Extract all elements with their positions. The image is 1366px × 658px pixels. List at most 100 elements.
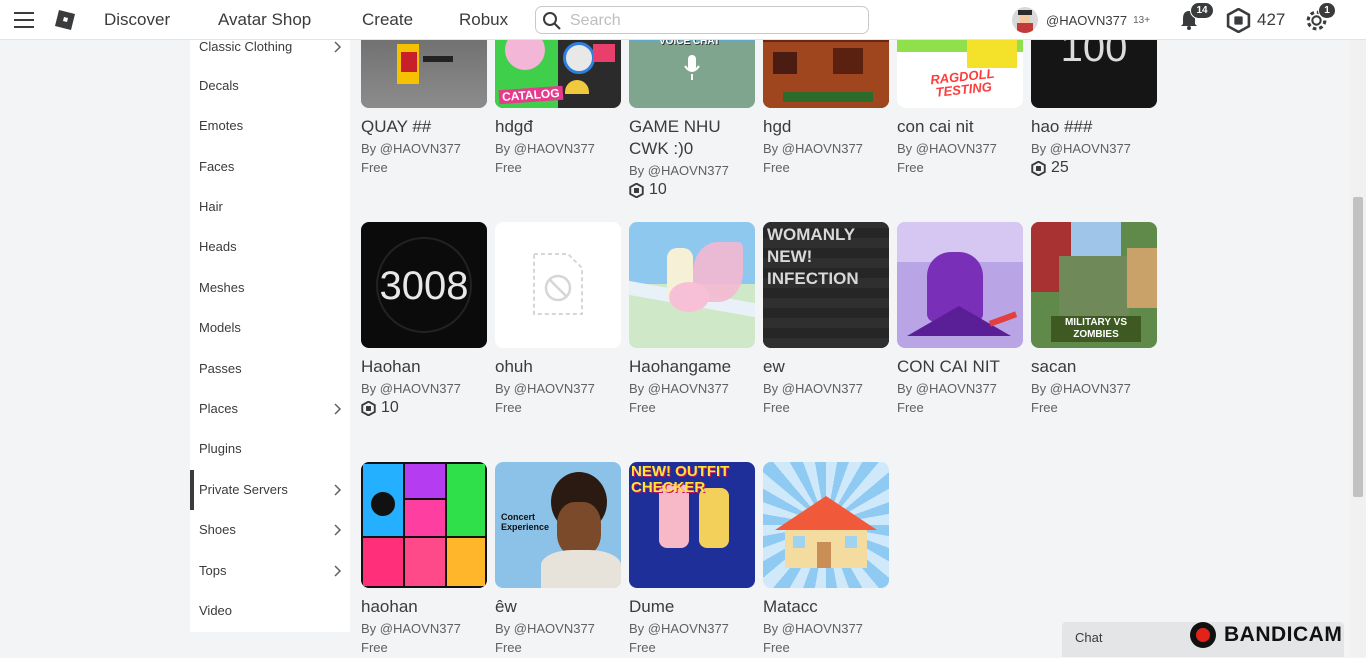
sidebar-item-label: Plugins <box>199 441 242 456</box>
item-thumbnail[interactable]: NEW! OUTFIT CHECKER <box>629 462 755 588</box>
item-creator[interactable]: By @HAOVN377 <box>629 162 755 180</box>
item-price: 10 <box>361 398 487 418</box>
item-thumbnail[interactable] <box>763 462 889 588</box>
nav-robux[interactable]: Robux <box>459 0 508 40</box>
item-thumbnail[interactable] <box>897 222 1023 348</box>
sidebar-item-meshes[interactable]: Meshes <box>190 268 350 308</box>
sidebar-item-video[interactable]: Video <box>190 591 350 631</box>
item-thumbnail[interactable]: 3008 <box>361 222 487 348</box>
nav-discover[interactable]: Discover <box>104 0 170 40</box>
item-thumbnail[interactable] <box>361 462 487 588</box>
roblox-logo-icon[interactable] <box>55 10 75 30</box>
item-thumbnail[interactable] <box>495 222 621 348</box>
item-name[interactable]: hao ### <box>1031 116 1157 138</box>
item-name[interactable]: Matacc <box>763 596 889 618</box>
item-card[interactable]: CON CAI NIT By @HAOVN377 Free <box>897 222 1023 418</box>
sidebar-item-label: Meshes <box>199 280 245 295</box>
item-price: Free <box>897 400 924 415</box>
hamburger-menu-icon[interactable] <box>14 12 34 28</box>
watermark-text: BANDICAM <box>1224 623 1343 646</box>
sidebar-item-private-servers[interactable]: Private Servers <box>190 470 350 510</box>
thumbnail-caption: MILITARY VS ZOMBIES <box>1051 316 1141 342</box>
item-name[interactable]: haohan <box>361 596 487 618</box>
robux-icon <box>361 400 376 416</box>
sidebar-item-passes[interactable]: Passes <box>190 349 350 389</box>
item-name[interactable]: QUAY ## <box>361 116 487 138</box>
item-thumbnail[interactable]: Concert Experience <box>495 462 621 588</box>
item-name[interactable]: hgd <box>763 116 889 138</box>
sidebar-item-label: Passes <box>199 361 242 376</box>
thumbnail-caption: 3008 <box>379 264 469 308</box>
item-name[interactable]: con cai nit <box>897 116 1023 138</box>
item-creator[interactable]: By @HAOVN377 <box>897 380 1023 398</box>
sidebar-item-plugins[interactable]: Plugins <box>190 429 350 469</box>
item-creator[interactable]: By @HAOVN377 <box>495 380 621 398</box>
robux-icon <box>629 182 644 198</box>
item-card[interactable]: Matacc By @HAOVN377 Free <box>763 462 889 658</box>
sidebar-item-models[interactable]: Models <box>190 308 350 348</box>
item-price: Free <box>495 400 522 415</box>
item-creator[interactable]: By @HAOVN377 <box>495 140 621 158</box>
item-price: Free <box>495 640 522 655</box>
item-name[interactable]: Dume <box>629 596 755 618</box>
item-creator[interactable]: By @HAOVN377 <box>629 620 755 638</box>
nav-avatar-shop[interactable]: Avatar Shop <box>218 0 311 40</box>
thumbnail-caption: NEW! OUTFIT CHECKER <box>631 463 730 496</box>
item-creator[interactable]: By @HAOVN377 <box>763 380 889 398</box>
robux-icon[interactable] <box>1226 8 1251 33</box>
item-price-value: 10 <box>381 399 399 416</box>
item-card[interactable]: MILITARY VS ZOMBIES sacan By @HAOVN377 F… <box>1031 222 1157 418</box>
top-navigation-bar: Discover Avatar Shop Create Robux @HAOVN… <box>0 0 1366 40</box>
thumbnail-caption: Concert Experience <box>501 512 550 532</box>
search-box[interactable] <box>535 6 869 34</box>
page-scrollbar[interactable] <box>1350 40 1366 657</box>
item-name[interactable]: ew <box>763 356 889 378</box>
sidebar-item-hair[interactable]: Hair <box>190 187 350 227</box>
item-creator[interactable]: By @HAOVN377 <box>763 140 889 158</box>
item-name[interactable]: êw <box>495 596 621 618</box>
sidebar-item-emotes[interactable]: Emotes <box>190 106 350 146</box>
item-creator[interactable]: By @HAOVN377 <box>1031 140 1157 158</box>
item-creator[interactable]: By @HAOVN377 <box>361 140 487 158</box>
item-name[interactable]: GAME NHU CWK :)0 <box>629 116 755 160</box>
item-name[interactable]: sacan <box>1031 356 1157 378</box>
sidebar-item-faces[interactable]: Faces <box>190 147 350 187</box>
item-name[interactable]: CON CAI NIT <box>897 356 1023 378</box>
sidebar-item-tops[interactable]: Tops <box>190 551 350 591</box>
username[interactable]: @HAOVN377 <box>1046 13 1127 28</box>
item-thumbnail[interactable] <box>629 222 755 348</box>
item-thumbnail[interactable]: MILITARY VS ZOMBIES <box>1031 222 1157 348</box>
item-creator[interactable]: By @HAOVN377 <box>361 380 487 398</box>
item-price: Free <box>897 160 924 175</box>
item-name[interactable]: hdgđ <box>495 116 621 138</box>
item-name[interactable]: ohuh <box>495 356 621 378</box>
item-card[interactable]: WOMANLY NEW! INFECTION ew By @HAOVN377 F… <box>763 222 889 418</box>
item-creator[interactable]: By @HAOVN377 <box>495 620 621 638</box>
sidebar-item-shoes[interactable]: Shoes <box>190 510 350 550</box>
user-profile-link[interactable]: @HAOVN377 13+ <box>1012 6 1150 34</box>
nav-create[interactable]: Create <box>362 0 413 40</box>
item-card[interactable]: 3008 Haohan By @HAOVN377 10 <box>361 222 487 418</box>
item-card[interactable]: haohan By @HAOVN377 Free <box>361 462 487 658</box>
item-name[interactable]: Haohangame <box>629 356 755 378</box>
item-creator[interactable]: By @HAOVN377 <box>1031 380 1157 398</box>
item-creator[interactable]: By @HAOVN377 <box>629 380 755 398</box>
scrollbar-thumb[interactable] <box>1353 197 1363 497</box>
item-price: Free <box>361 640 388 655</box>
sidebar-item-heads[interactable]: Heads <box>190 227 350 267</box>
robux-balance[interactable]: 427 <box>1257 0 1285 40</box>
avatar[interactable] <box>1012 7 1038 33</box>
item-card[interactable]: ohuh By @HAOVN377 Free <box>495 222 621 418</box>
item-card[interactable]: Haohangame By @HAOVN377 Free <box>629 222 755 418</box>
item-creator[interactable]: By @HAOVN377 <box>763 620 889 638</box>
item-card[interactable]: NEW! OUTFIT CHECKER Dume By @HAOVN377 Fr… <box>629 462 755 658</box>
item-card[interactable]: Concert Experience êw By @HAOVN377 Free <box>495 462 621 658</box>
item-creator[interactable]: By @HAOVN377 <box>897 140 1023 158</box>
item-creator[interactable]: By @HAOVN377 <box>361 620 487 638</box>
sidebar-item-places[interactable]: Places <box>190 389 350 429</box>
sidebar-item-decals[interactable]: Decals <box>190 66 350 106</box>
item-name[interactable]: Haohan <box>361 356 487 378</box>
search-input[interactable] <box>568 9 862 33</box>
item-thumbnail[interactable]: WOMANLY NEW! INFECTION <box>763 222 889 348</box>
robux-icon <box>1031 160 1046 176</box>
